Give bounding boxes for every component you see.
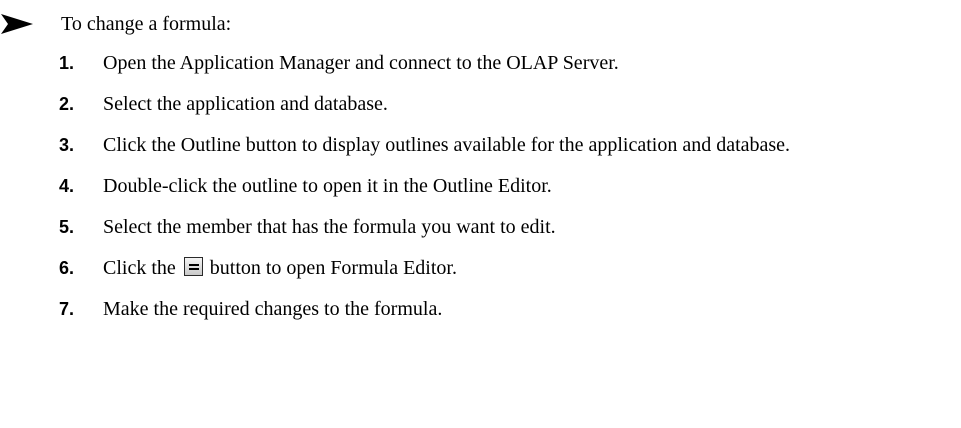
step-number: 2.: [59, 94, 75, 114]
step-text: Double-click the outline to open it in t…: [103, 175, 552, 197]
step-text: Open the Application Manager and connect…: [103, 52, 619, 74]
step-item: 6. Click the button to open Formula Edit…: [59, 255, 949, 281]
step-number: 5.: [59, 217, 75, 237]
step-text-prefix: Click the: [103, 257, 176, 279]
step-item: 7. Make the required changes to the form…: [59, 296, 949, 322]
step-item: 3. Click the Outline button to display o…: [59, 132, 949, 158]
step-item: 4. Double-click the outline to open it i…: [59, 173, 949, 199]
step-text: Make the required changes to the formula…: [103, 298, 443, 320]
procedure-heading: To change a formula:: [0, 9, 231, 39]
step-text: Select the member that has the formula y…: [103, 216, 556, 238]
step-number: 6.: [59, 258, 75, 278]
step-item: 5. Select the member that has the formul…: [59, 214, 949, 240]
step-text: Click the button to open Formula Editor.: [103, 255, 943, 281]
step-list: 1. Open the Application Manager and conn…: [59, 50, 949, 337]
step-number: 3.: [59, 135, 75, 155]
formula-change-instructions: To change a formula: 1. Open the Applica…: [0, 0, 961, 428]
step-text: Click the Outline button to display outl…: [103, 134, 791, 156]
step-number: 7.: [59, 299, 75, 319]
step-text-suffix: button to open Formula Editor.: [209, 257, 457, 279]
equals-button-icon: [183, 257, 203, 276]
step-item: 2. Select the application and database.: [59, 91, 949, 117]
step-number: 4.: [59, 176, 75, 196]
step-item: 1. Open the Application Manager and conn…: [59, 50, 949, 76]
procedure-title: To change a formula:: [61, 13, 232, 35]
arrowhead-icon: [0, 9, 36, 39]
step-text: Select the application and database.: [103, 93, 388, 115]
step-number: 1.: [59, 53, 75, 73]
